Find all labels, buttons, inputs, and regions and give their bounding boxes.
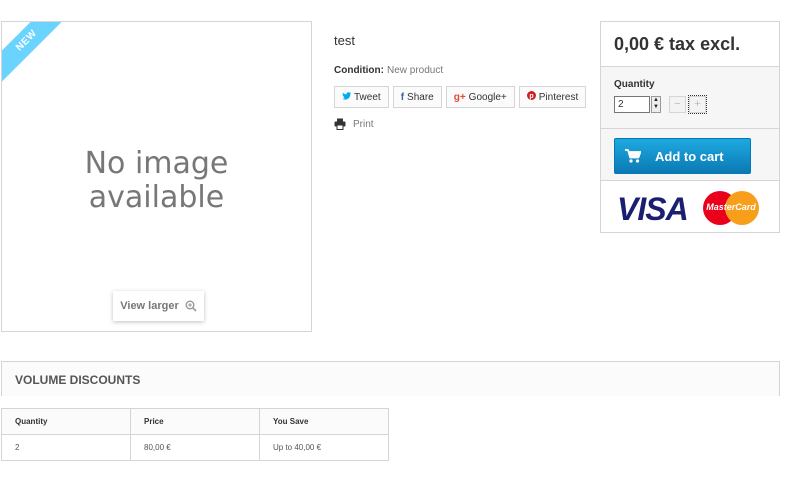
payment-cards: VISA MasterCard bbox=[601, 181, 779, 232]
cart-icon bbox=[625, 149, 641, 163]
quantity-label: Quantity bbox=[614, 79, 655, 90]
view-larger-button[interactable]: View larger bbox=[113, 291, 204, 321]
volume-discounts-title: Volume discounts bbox=[15, 373, 141, 387]
google-plus-button[interactable]: g+ Google+ bbox=[445, 86, 515, 108]
pinterest-label: Pinterest bbox=[538, 91, 579, 103]
tweet-label: Tweet bbox=[354, 91, 381, 103]
col-header-you-save: You Save bbox=[259, 408, 389, 435]
zoom-in-icon bbox=[185, 300, 197, 312]
view-larger-label: View larger bbox=[120, 300, 179, 312]
quantity-increase-button[interactable]: + bbox=[688, 95, 707, 114]
product-price: 0,00 € tax excl. bbox=[601, 22, 779, 67]
visa-logo: VISA bbox=[617, 191, 689, 227]
pinterest-icon: p bbox=[526, 91, 536, 103]
google-plus-label: Google+ bbox=[468, 91, 507, 103]
twitter-icon bbox=[342, 91, 351, 103]
social-share-buttons: Tweet f Share g+ Google+ p Pinterest bbox=[334, 86, 587, 108]
svg-text:p: p bbox=[529, 93, 533, 100]
no-image-line2: available bbox=[88, 180, 225, 215]
product-condition: Condition: New product bbox=[334, 65, 443, 76]
condition-label: Condition: bbox=[334, 65, 384, 76]
print-link[interactable]: Print bbox=[334, 118, 374, 130]
share-label: Share bbox=[407, 91, 434, 103]
divider bbox=[601, 128, 779, 129]
facebook-icon: f bbox=[400, 91, 405, 103]
col-header-price: Price bbox=[130, 408, 260, 435]
table-header-row: Quantity Price You Save bbox=[1, 408, 389, 435]
buy-box: 0,00 € tax excl. Quantity 2 ▲ ▼ − + Add … bbox=[600, 21, 780, 233]
no-image-placeholder: No image available bbox=[2, 147, 311, 215]
tweet-button[interactable]: Tweet bbox=[334, 86, 389, 108]
table-row: 2 80,00 € Up to 40,00 € bbox=[1, 434, 389, 461]
printer-icon bbox=[334, 118, 346, 130]
new-ribbon: New bbox=[2, 22, 74, 88]
product-image-box[interactable]: New No image available View larger bbox=[1, 21, 312, 332]
quantity-input[interactable]: 2 bbox=[614, 96, 650, 113]
condition-value: New product bbox=[386, 65, 444, 76]
add-to-cart-label: Add to cart bbox=[655, 148, 724, 164]
volume-discounts-table: Quantity Price You Save 2 80,00 € Up to … bbox=[1, 408, 389, 461]
share-button[interactable]: f Share bbox=[392, 86, 442, 108]
print-label: Print bbox=[353, 118, 374, 130]
add-to-cart-button[interactable]: Add to cart bbox=[614, 138, 751, 174]
spinner-up-icon[interactable]: ▲ bbox=[652, 97, 660, 104]
mastercard-label: MasterCard bbox=[706, 202, 756, 212]
quantity-decrease-button[interactable]: − bbox=[669, 96, 686, 113]
cell-price: 80,00 € bbox=[130, 434, 260, 461]
cell-quantity: 2 bbox=[1, 434, 131, 461]
spinner-down-icon[interactable]: ▼ bbox=[652, 104, 660, 111]
google-plus-icon: g+ bbox=[453, 91, 466, 103]
volume-discounts-header: Volume discounts bbox=[1, 361, 780, 396]
mastercard-logo: MasterCard bbox=[703, 191, 759, 225]
col-header-quantity: Quantity bbox=[1, 408, 131, 435]
cell-you-save: Up to 40,00 € bbox=[259, 434, 389, 461]
no-image-line1: No image bbox=[84, 146, 229, 181]
quantity-spinner[interactable]: ▲ ▼ bbox=[651, 96, 661, 113]
pinterest-button[interactable]: p Pinterest bbox=[518, 86, 587, 108]
product-title: test bbox=[334, 33, 355, 48]
